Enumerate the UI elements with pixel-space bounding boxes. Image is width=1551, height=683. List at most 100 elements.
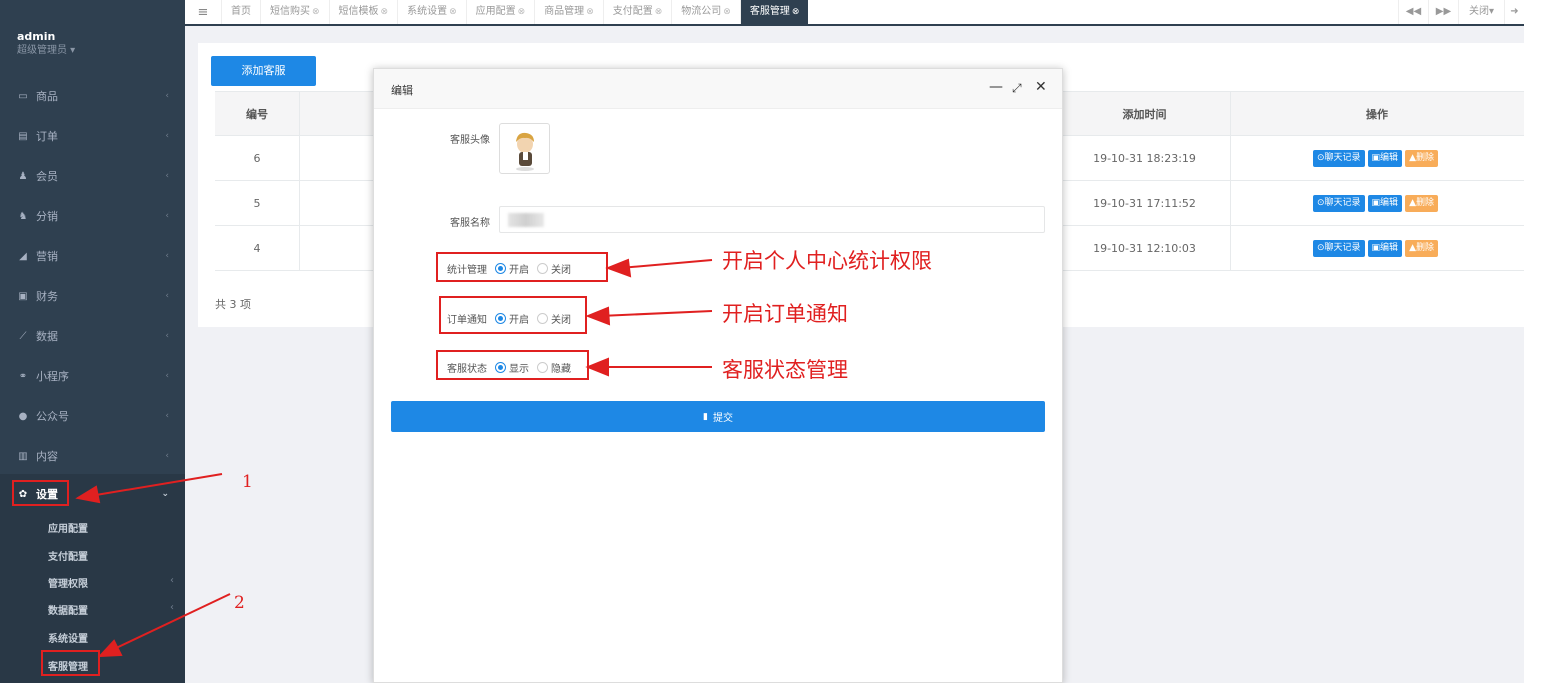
chevron-left-icon: ‹ [165, 291, 169, 301]
user-info[interactable]: admin 超级管理员 ▾ [17, 30, 75, 58]
avatar-label: 客服头像 [450, 135, 490, 146]
highlight-status [436, 350, 589, 380]
tab-label: 应用配置 [475, 6, 516, 17]
chat-history-button[interactable]: ⊙聊天记录 [1313, 149, 1365, 167]
tab-controls: ◀◀ ▶▶ 关闭▾ ➜ [1398, 0, 1524, 24]
submenu-label: 系统设置 [48, 634, 88, 645]
tab-sms-template[interactable]: 短信模板 ⊗ [328, 0, 398, 24]
maximize-icon[interactable]: ⤢ [1012, 81, 1022, 96]
close-tabs-dropdown[interactable]: 关闭▾ [1458, 0, 1504, 24]
sidebar-item-official-account[interactable]: ● 公众号 ‹ [0, 396, 185, 436]
tab-close-icon[interactable]: ⊗ [518, 7, 526, 17]
distribution-icon: ♞ [18, 210, 28, 222]
annotation-status: 客服状态管理 [722, 358, 848, 382]
tab-prev-icon[interactable]: ◀◀ [1398, 0, 1428, 24]
row-id: 4 [253, 241, 261, 255]
submenu-data-config[interactable]: 数据配置 ‹ [48, 602, 174, 617]
edit-button[interactable]: ▣编辑 [1367, 194, 1403, 212]
header-time: 添加时间 [1122, 107, 1167, 121]
add-service-button[interactable]: 添加客服 [211, 56, 316, 86]
sidebar-item-marketing[interactable]: ◢ 营销 ‹ [0, 236, 185, 276]
row-ops: ⊙聊天记录 ▣编辑 ▲删除 [1230, 136, 1524, 180]
sidebar-item-content[interactable]: ▥ 内容 ‹ [0, 436, 185, 476]
sidebar: admin 超级管理员 ▾ ▭ 商品 ‹ ▤ 订单 ‹ ♟ 会员 ‹ ♞ 分销 … [0, 0, 185, 683]
exit-icon[interactable]: ➜ [1504, 0, 1524, 24]
row-time: 19-10-31 12:10:03 [1093, 241, 1196, 255]
chevron-left-icon: ‹ [165, 171, 169, 181]
tab-system-settings[interactable]: 系统设置 ⊗ [397, 0, 466, 24]
user-icon: ♟ [18, 170, 28, 182]
submenu-label: 应用配置 [48, 524, 88, 535]
sidebar-item-goods[interactable]: ▭ 商品 ‹ [0, 76, 185, 116]
sidebar-item-distribution[interactable]: ♞ 分销 ‹ [0, 196, 185, 236]
name-label: 客服名称 [450, 218, 490, 229]
chevron-left-icon: ‹ [170, 575, 174, 586]
tab-close-icon[interactable]: ⊗ [655, 7, 663, 17]
sidebar-item-finance[interactable]: ▣ 财务 ‹ [0, 276, 185, 316]
wechat-icon: ● [18, 410, 28, 422]
tab-label: 支付配置 [612, 6, 653, 17]
submit-button[interactable]: ▮ 提交 [391, 401, 1045, 432]
sidebar-item-members[interactable]: ♟ 会员 ‹ [0, 156, 185, 196]
annotation-step-2: 2 [234, 593, 245, 613]
sidebar-item-label: 数据 [36, 330, 58, 343]
tab-label: 首页 [231, 6, 251, 17]
tab-customer-service[interactable]: 客服管理 ⊗ [739, 0, 809, 24]
user-name: admin [17, 30, 56, 43]
chat-history-button[interactable]: ⊙聊天记录 [1313, 239, 1365, 257]
delete-button[interactable]: ▲删除 [1405, 194, 1438, 212]
delete-button[interactable]: ▲删除 [1405, 239, 1438, 257]
modal-title: 编辑 [391, 84, 413, 97]
sidebar-item-label: 财务 [36, 290, 58, 303]
chat-history-button[interactable]: ⊙聊天记录 [1313, 194, 1365, 212]
tab-home[interactable]: 首页 [221, 0, 260, 24]
tab-next-icon[interactable]: ▶▶ [1428, 0, 1458, 24]
highlight-customer-service [41, 650, 100, 676]
chevron-left-icon: ‹ [165, 211, 169, 221]
header-id: 编号 [246, 107, 268, 121]
submenu-permissions[interactable]: 管理权限 ‹ [48, 575, 174, 590]
menu-toggle-icon[interactable]: ≡ [185, 5, 221, 20]
submenu-payment-config[interactable]: 支付配置 [48, 548, 88, 563]
edit-button[interactable]: ▣编辑 [1367, 149, 1403, 167]
highlight-settings [12, 480, 69, 506]
sidebar-item-miniprogram[interactable]: ⚭ 小程序 ‹ [0, 356, 185, 396]
tab-close-icon[interactable]: ⊗ [312, 7, 320, 17]
avatar-upload[interactable] [499, 123, 550, 174]
tab-close-icon[interactable]: ⊗ [723, 7, 731, 17]
service-name-input[interactable] [499, 206, 1045, 233]
sidebar-item-label: 订单 [36, 130, 58, 143]
tab-close-icon[interactable]: ⊗ [586, 7, 594, 17]
user-role[interactable]: 超级管理员 ▾ [17, 44, 75, 58]
close-icon[interactable]: ✕ [1035, 79, 1047, 95]
submenu-app-config[interactable]: 应用配置 [48, 520, 88, 535]
tab-app-config[interactable]: 应用配置 ⊗ [465, 0, 535, 24]
submenu-label: 数据配置 [48, 606, 88, 617]
miniprogram-icon: ⚭ [18, 370, 28, 382]
chevron-left-icon: ‹ [165, 131, 169, 141]
tab-sms-purchase[interactable]: 短信购买 ⊗ [260, 0, 329, 24]
annotation-step-1: 1 [242, 472, 253, 492]
tab-close-icon[interactable]: ⊗ [792, 7, 800, 17]
submit-label: 提交 [712, 413, 733, 424]
tab-label: 物流公司 [681, 6, 722, 17]
minimize-icon[interactable]: — [989, 79, 1003, 95]
tab-label: 商品管理 [544, 6, 585, 17]
sidebar-item-orders[interactable]: ▤ 订单 ‹ [0, 116, 185, 156]
tab-logistics[interactable]: 物流公司 ⊗ [671, 0, 740, 24]
delete-button[interactable]: ▲删除 [1405, 149, 1438, 167]
order-icon: ▤ [18, 130, 28, 142]
submenu-label: 支付配置 [48, 552, 88, 563]
sidebar-item-label: 营销 [36, 250, 58, 263]
annotation-stats: 开启个人中心统计权限 [722, 249, 932, 273]
sidebar-item-data[interactable]: ⟋ 数据 ‹ [0, 316, 185, 356]
submenu-system-settings[interactable]: 系统设置 [48, 630, 88, 645]
edit-button[interactable]: ▣编辑 [1367, 239, 1403, 257]
marketing-icon: ◢ [19, 250, 27, 262]
chevron-left-icon: ‹ [165, 371, 169, 381]
tab-goods-management[interactable]: 商品管理 ⊗ [534, 0, 603, 24]
total-count: 共 3 项 [215, 298, 251, 311]
tab-payment-config[interactable]: 支付配置 ⊗ [602, 0, 672, 24]
tab-close-icon[interactable]: ⊗ [449, 7, 457, 17]
tab-close-icon[interactable]: ⊗ [381, 7, 389, 17]
